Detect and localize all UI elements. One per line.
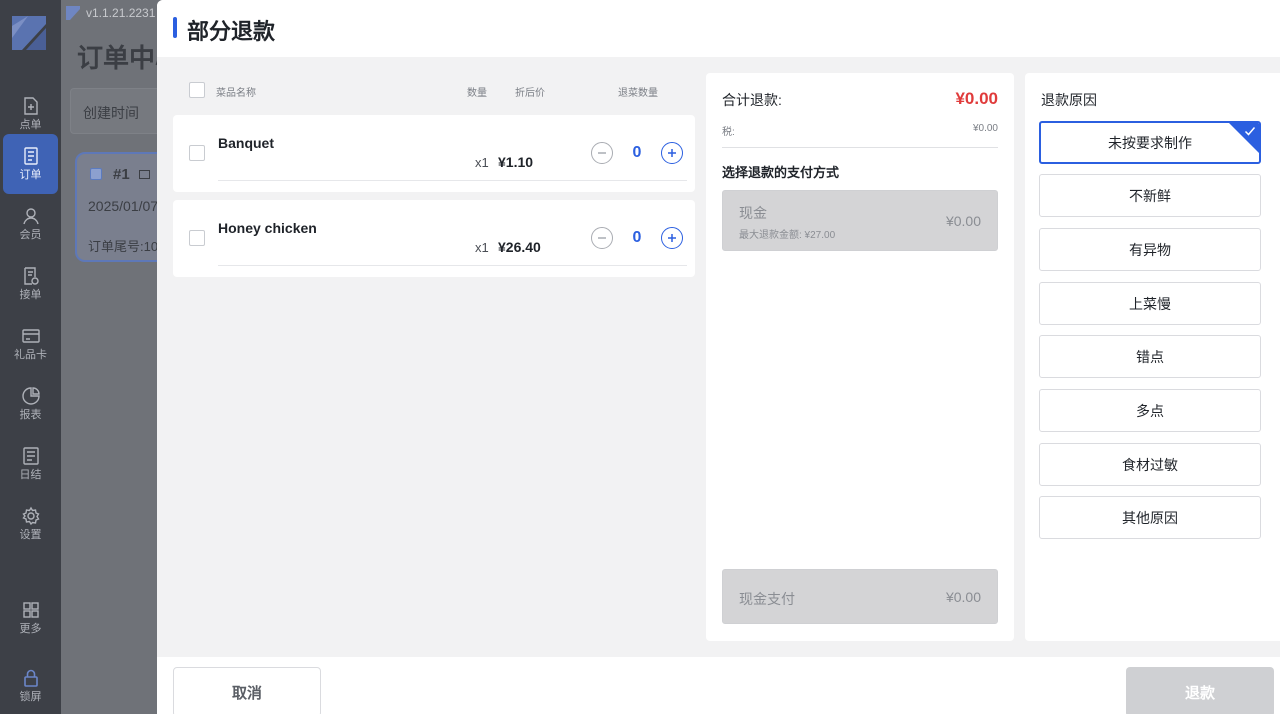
cash-value: ¥0.00: [945, 213, 981, 229]
refund-button[interactable]: 退款: [1126, 667, 1274, 714]
divider: [722, 147, 998, 148]
modal-title: 部分退款: [187, 19, 276, 44]
modal-header: 部分退款: [157, 0, 1280, 57]
sidebar-item-label: 会员: [19, 229, 42, 241]
item-checkbox[interactable]: [189, 230, 205, 246]
increment-button[interactable]: [661, 142, 683, 164]
gear-icon: [21, 506, 40, 526]
sidebar-item-lock[interactable]: 锁屏: [3, 656, 58, 714]
tax-value: ¥0.00: [972, 123, 998, 134]
item-qty: x1: [475, 155, 489, 170]
sidebar-item-more[interactable]: 更多: [3, 588, 58, 648]
item-name: Banquet: [218, 135, 274, 151]
header-quantity: 数量: [467, 88, 487, 99]
sidebar-item-label: 设置: [19, 529, 42, 541]
check-icon: [1244, 127, 1256, 136]
gift-card-icon: [21, 329, 40, 343]
sidebar-item-label: 锁屏: [19, 691, 42, 703]
report-icon: [21, 387, 40, 405]
payment-method-title: 选择退款的支付方式: [722, 165, 840, 180]
cash-payment-total: 现金支付 ¥0.00: [722, 569, 998, 624]
title-accent-bar: [173, 17, 177, 38]
app-logo-small-icon: [66, 6, 80, 20]
order-tail: 订单尾号:10: [88, 239, 159, 254]
total-refund-label: 合计退款:: [722, 92, 782, 108]
grid-icon: [22, 602, 39, 618]
order-list-icon: [23, 147, 38, 165]
header-name: 菜品名称: [216, 88, 256, 99]
daily-close-icon: [22, 447, 39, 465]
sidebar-item-report[interactable]: 报表: [3, 374, 58, 434]
plus-icon: [668, 234, 676, 242]
total-refund-value: ¥0.00: [955, 89, 998, 108]
mail-icon: [139, 170, 150, 179]
member-icon: [22, 208, 39, 225]
order-card-checkbox[interactable]: [90, 168, 102, 180]
modal-footer: 取消 退款: [157, 657, 1280, 714]
reason-option[interactable]: 上菜慢: [1039, 282, 1261, 325]
sidebar-item-daily-close[interactable]: 日结: [3, 434, 58, 494]
reason-option[interactable]: 多点: [1039, 389, 1261, 432]
sidebar-item-label: 日结: [19, 469, 42, 481]
header-refund-qty: 退菜数量: [618, 88, 658, 99]
order-date: 2025/01/07: [88, 198, 159, 214]
sidebar-item-label: 报表: [19, 409, 42, 421]
lock-icon: [23, 669, 38, 687]
divider: [218, 265, 687, 266]
refund-summary-panel: 合计退款: ¥0.00 税: ¥0.00 选择退款的支付方式 现金 最大退款金额…: [706, 73, 1014, 641]
sidebar-item-member[interactable]: 会员: [3, 194, 58, 254]
decrement-button[interactable]: [591, 227, 613, 249]
minus-icon: [598, 152, 606, 154]
sidebar-item-label: 礼品卡: [14, 349, 47, 361]
cash-payment-label: 现金支付: [739, 591, 795, 607]
cash-label: 现金: [739, 205, 767, 221]
sidebar-item-settings[interactable]: 设置: [3, 494, 58, 554]
refund-reason-title: 退款原因: [1041, 92, 1097, 108]
item-price: ¥26.40: [498, 239, 541, 255]
sidebar-item-label: 接单: [19, 289, 42, 301]
reason-option[interactable]: 错点: [1039, 335, 1261, 378]
header-discount-price: 折后价: [515, 88, 545, 99]
list-item: Banquet x1 ¥1.10 0: [173, 115, 695, 192]
tax-label: 税:: [722, 127, 735, 138]
sidebar-item-label: 订单: [19, 169, 42, 181]
refund-reason-panel: 退款原因 未按要求制作 不新鲜 有异物 上菜慢 错点 多点 食材过敏 其他原因: [1025, 73, 1280, 641]
list-item: Honey chicken x1 ¥26.40 0: [173, 200, 695, 277]
sidebar-item-label: 点单: [19, 119, 42, 131]
minus-icon: [598, 237, 606, 239]
cash-payment-value: ¥0.00: [945, 589, 981, 605]
item-price: ¥1.10: [498, 154, 534, 170]
cancel-button[interactable]: 取消: [173, 667, 321, 714]
item-checkbox[interactable]: [189, 145, 205, 161]
item-qty: x1: [475, 240, 489, 255]
cash-payment-option[interactable]: 现金 最大退款金额: ¥27.00 ¥0.00: [722, 190, 998, 251]
reason-option[interactable]: 其他原因: [1039, 496, 1261, 539]
sidebar-item-accept-order[interactable]: 接单: [3, 254, 58, 314]
sidebar-item-orders[interactable]: 订单: [3, 134, 58, 194]
refund-qty-value: 0: [632, 229, 642, 246]
refund-qty-value: 0: [632, 144, 642, 161]
item-list-header: 菜品名称 数量 折后价 退菜数量: [173, 73, 695, 107]
order-number: #1: [113, 166, 130, 183]
divider: [218, 180, 687, 181]
increment-button[interactable]: [661, 227, 683, 249]
reason-option[interactable]: 不新鲜: [1039, 174, 1261, 217]
item-name: Honey chicken: [218, 220, 317, 236]
order-add-icon: [23, 97, 38, 115]
cash-max-refund: 最大退款金额: ¥27.00: [739, 230, 836, 241]
plus-icon: [668, 149, 676, 157]
accept-order-icon: [23, 267, 39, 285]
decrement-button[interactable]: [591, 142, 613, 164]
sidebar: 点单 订单 会员 接单 礼品卡 报表 日结 设置 更多 锁屏: [0, 0, 61, 714]
reason-option[interactable]: 未按要求制作: [1039, 121, 1261, 164]
reason-option[interactable]: 食材过敏: [1039, 443, 1261, 486]
version-label: v1.1.21.2231: [66, 6, 155, 20]
partial-refund-modal: 部分退款 菜品名称 数量 折后价 退菜数量 Banquet x1 ¥1.10 0…: [157, 0, 1280, 714]
app-logo-icon: [12, 16, 46, 50]
reason-option[interactable]: 有异物: [1039, 228, 1261, 271]
select-all-checkbox[interactable]: [189, 82, 205, 98]
sidebar-item-gift-card[interactable]: 礼品卡: [3, 314, 58, 374]
sidebar-item-label: 更多: [19, 623, 42, 635]
